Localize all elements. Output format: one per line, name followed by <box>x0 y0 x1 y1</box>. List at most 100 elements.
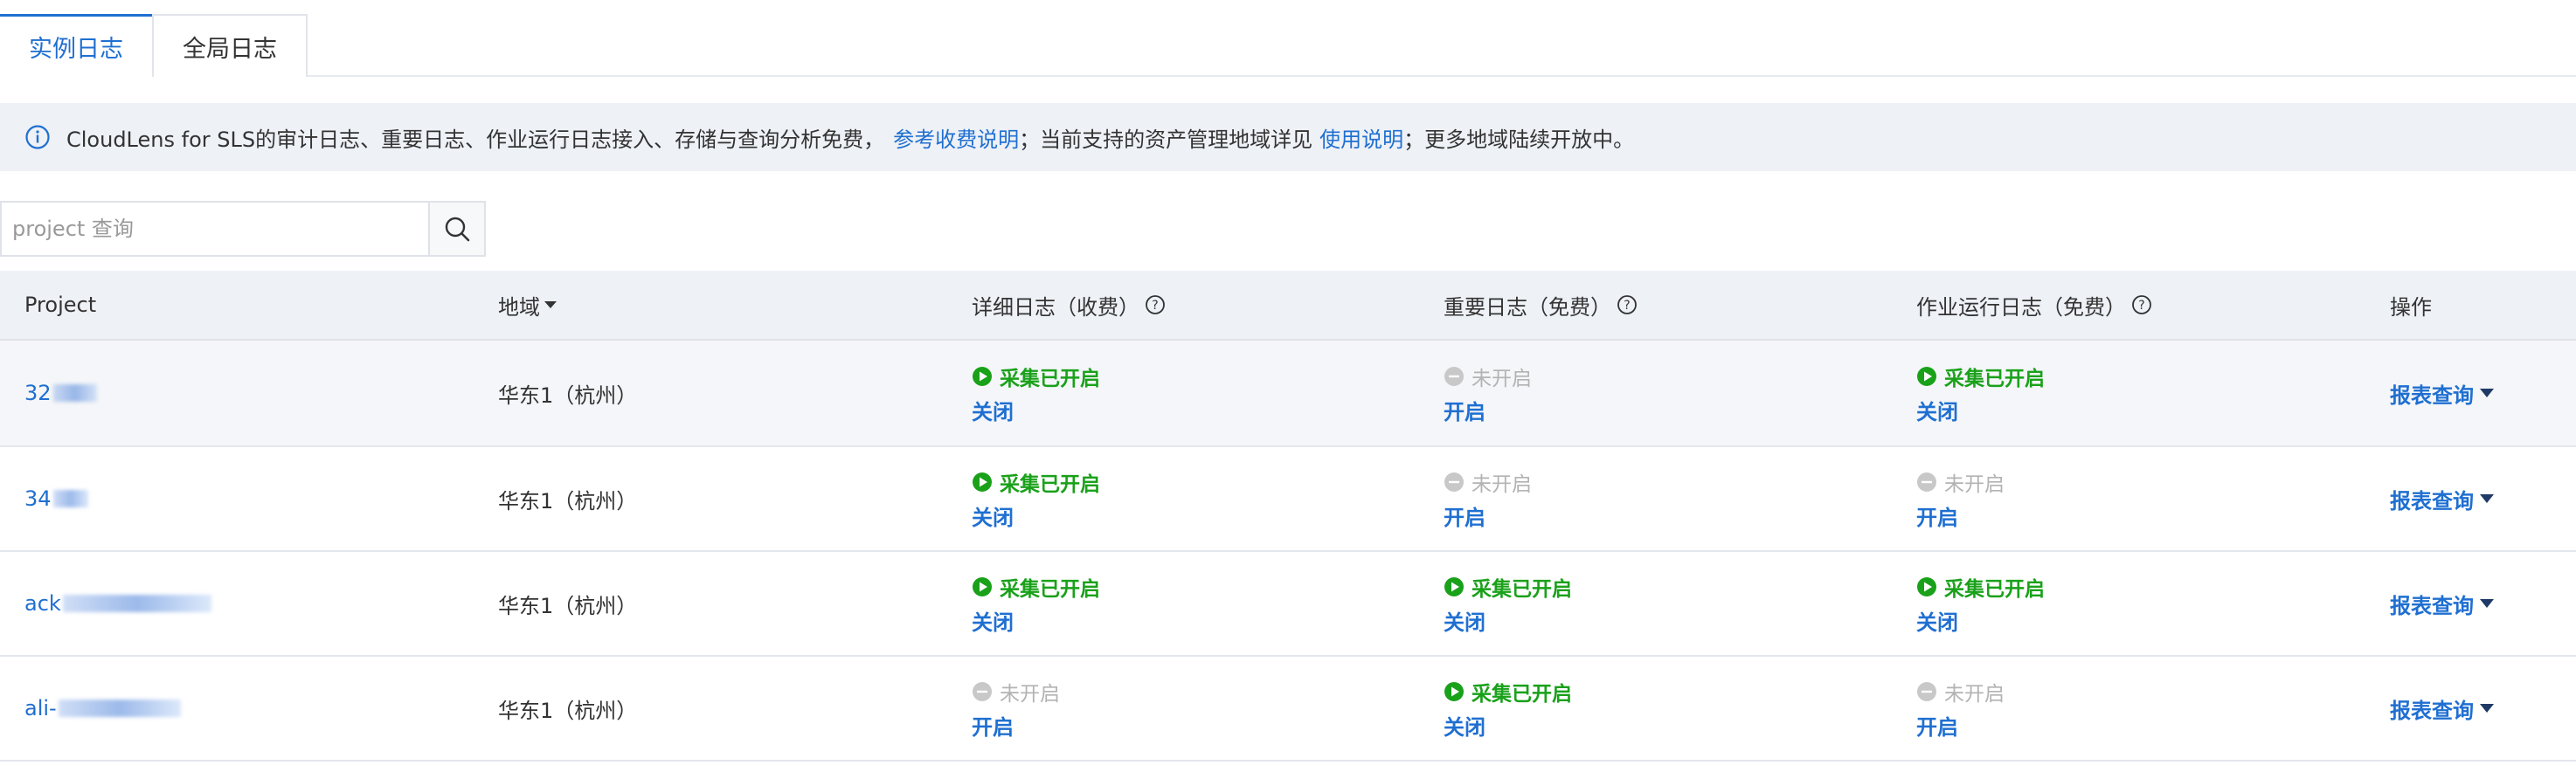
status-indicator: 采集已开启 <box>972 362 1100 391</box>
status-label: 未开启 <box>1000 682 1060 706</box>
enable-button[interactable]: 开启 <box>1916 710 1958 741</box>
sort-down-icon[interactable] <box>544 300 557 309</box>
status-label: 采集已开启 <box>1000 577 1100 601</box>
important-status-cell: 未开启 开启 <box>1444 447 1532 550</box>
help-icon[interactable]: ? <box>1617 294 1638 315</box>
banner-text-1: CloudLens for SLS的审计日志、重要日志、作业运行日志接入、存储与… <box>66 127 885 152</box>
important-status-cell: 采集已开启 关闭 <box>1444 657 1572 760</box>
report-query-dropdown[interactable]: 报表查询 <box>2390 378 2495 409</box>
header-detail-label: 详细日志（收费） <box>972 294 1139 320</box>
caret-down-icon <box>2480 599 2494 608</box>
help-icon[interactable]: ? <box>2131 294 2152 315</box>
status-indicator: 未开启 <box>1444 362 1532 391</box>
redacted-blur <box>58 700 181 717</box>
status-indicator: 未开启 <box>972 677 1060 707</box>
redacted-blur <box>52 384 97 402</box>
disable-button[interactable]: 关闭 <box>1916 605 1958 636</box>
caret-down-icon <box>2480 704 2494 713</box>
status-label: 采集已开启 <box>1000 367 1100 390</box>
project-link[interactable]: 32 <box>24 381 52 405</box>
header-detail-logs: 详细日志（收费） ? <box>972 271 1166 339</box>
ops-cell: 报表查询 <box>2390 447 2495 550</box>
usage-link[interactable]: 使用说明 <box>1319 122 1403 153</box>
enable-button[interactable]: 开启 <box>1444 395 1485 425</box>
tab-global-logs[interactable]: 全局日志 <box>152 14 308 77</box>
header-project-label: Project <box>24 293 97 317</box>
project-cell: 32 <box>24 341 97 445</box>
table-header: Project 地域 详细日志（收费） ? 重要日志（免费） ? 作业运行日志（… <box>0 271 2576 341</box>
status-label: 未开启 <box>1944 682 2005 706</box>
report-query-label: 报表查询 <box>2390 488 2474 514</box>
status-label: 采集已开启 <box>1472 577 1572 601</box>
minus-circle-icon <box>1917 681 1936 701</box>
enable-button[interactable]: 开启 <box>972 710 1014 741</box>
tab-bar: 实例日志 全局日志 <box>0 0 2576 77</box>
play-circle-icon <box>973 366 992 386</box>
important-status-cell: 未开启开启 <box>1444 341 1532 445</box>
play-circle-icon <box>973 576 992 596</box>
status-label: 未开启 <box>1944 472 2005 496</box>
report-query-label: 报表查询 <box>2390 698 2474 723</box>
banner-text-3: ；更多地域陆续开放中。 <box>1403 127 1635 152</box>
svg-text:?: ? <box>2138 299 2144 313</box>
svg-text:?: ? <box>1152 299 1158 313</box>
disable-button[interactable]: 关闭 <box>1444 710 1485 741</box>
status-indicator: 未开启 <box>1916 677 2005 707</box>
project-link[interactable]: ali- <box>24 696 57 720</box>
status-indicator: 采集已开启 <box>1916 572 2045 602</box>
disable-button[interactable]: 关闭 <box>972 605 1014 636</box>
status-indicator: 未开启 <box>1916 467 2005 497</box>
banner-text-2: ；当前支持的资产管理地域详见 <box>1019 127 1313 152</box>
tab-instance-logs[interactable]: 实例日志 <box>0 14 152 77</box>
region-text: 华东1（杭州） <box>498 593 638 618</box>
caret-down-icon <box>2480 389 2494 397</box>
region-cell: 华东1（杭州） <box>498 447 637 550</box>
disable-button[interactable]: 关闭 <box>972 395 1014 425</box>
play-circle-icon <box>1444 576 1464 596</box>
project-link[interactable]: 34 <box>24 486 52 511</box>
pricing-link[interactable]: 参考收费说明 <box>893 122 1019 153</box>
play-circle-icon <box>1917 366 1936 386</box>
ops-cell: 报表查询 <box>2390 552 2495 655</box>
minus-circle-icon <box>1444 472 1464 492</box>
svg-text:?: ? <box>1624 299 1630 313</box>
detail-status-cell: 采集已开启关闭 <box>972 341 1100 445</box>
minus-circle-icon <box>1917 472 1936 492</box>
disable-button[interactable]: 关闭 <box>1444 605 1485 636</box>
important-status-cell: 采集已开启关闭 <box>1444 552 1572 655</box>
project-link[interactable]: ack <box>24 591 61 616</box>
ops-cell: 报表查询 <box>2390 341 2495 445</box>
search-icon <box>445 217 470 242</box>
disable-button[interactable]: 关闭 <box>972 500 1014 531</box>
job-status-cell: 未开启开启 <box>1916 447 2005 550</box>
report-query-dropdown[interactable]: 报表查询 <box>2390 693 2495 724</box>
status-label: 未开启 <box>1472 367 1532 390</box>
status-indicator: 采集已开启 <box>1444 677 1572 707</box>
search-input[interactable] <box>2 203 428 255</box>
region-text: 华东1（杭州） <box>498 488 638 514</box>
report-query-dropdown[interactable]: 报表查询 <box>2390 589 2495 619</box>
project-table: Project 地域 详细日志（收费） ? 重要日志（免费） ? 作业运行日志（… <box>0 271 2576 762</box>
detail-status-cell: 采集已开启关闭 <box>972 552 1100 655</box>
header-region[interactable]: 地域 <box>498 271 557 339</box>
header-project: Project <box>24 271 96 339</box>
detail-status-cell: 未开启开启 <box>972 657 1060 760</box>
report-query-label: 报表查询 <box>2390 593 2474 618</box>
report-query-dropdown[interactable]: 报表查询 <box>2390 484 2495 514</box>
project-cell: ali- <box>24 657 181 760</box>
status-indicator: 未开启 <box>1444 467 1532 497</box>
redacted-blur <box>52 490 88 507</box>
enable-button[interactable]: 开启 <box>1444 500 1485 531</box>
status-label: 采集已开启 <box>1000 472 1100 496</box>
search-button[interactable] <box>428 203 484 255</box>
header-job-logs: 作业运行日志（免费） ? <box>1916 271 2152 339</box>
help-icon[interactable]: ? <box>1145 294 1166 315</box>
header-region-label: 地域 <box>498 294 540 320</box>
disable-button[interactable]: 关闭 <box>1916 395 1958 425</box>
info-icon <box>25 125 50 149</box>
project-cell: ack <box>24 552 211 655</box>
region-cell: 华东1（杭州） <box>498 552 637 655</box>
minus-circle-icon <box>1444 366 1464 386</box>
enable-button[interactable]: 开启 <box>1916 500 1958 531</box>
table-row: ali- 华东1（杭州） 未开启 开启 采集已开启 关闭 未开启 开启 报表查询 <box>0 657 2576 762</box>
